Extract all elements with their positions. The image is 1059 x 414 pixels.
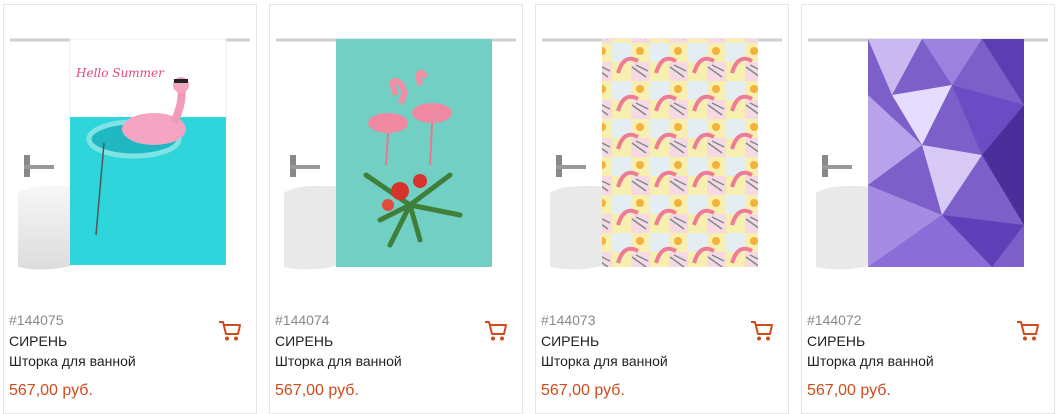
product-brand[interactable]: СИРЕНЬ (275, 333, 333, 349)
add-to-cart-button[interactable] (218, 320, 242, 342)
product-image[interactable] (536, 5, 788, 305)
shopping-cart-icon (1017, 321, 1039, 341)
add-to-cart-button[interactable] (484, 320, 508, 342)
curtain (868, 39, 1024, 267)
shopping-cart-icon (219, 321, 241, 341)
product-title[interactable]: Шторка для ванной (9, 353, 136, 369)
product-title[interactable]: Шторка для ванной (541, 353, 668, 369)
product-image[interactable] (802, 5, 1054, 305)
curtain: Hello Summer (69, 38, 227, 265)
curtain (602, 39, 758, 267)
product-title[interactable]: Шторка для ванной (275, 353, 402, 369)
add-to-cart-button[interactable] (750, 320, 774, 342)
product-card[interactable]: Hello Summer #144075 СИРЕНЬ Шторка для в… (3, 4, 257, 414)
product-brand[interactable]: СИРЕНЬ (9, 333, 67, 349)
product-brand[interactable]: СИРЕНЬ (807, 333, 865, 349)
product-image[interactable]: Hello Summer (4, 5, 256, 305)
product-sku: #144075 (9, 312, 64, 328)
product-price: 567,00 руб. (9, 382, 93, 399)
product-brand[interactable]: СИРЕНЬ (541, 333, 599, 349)
product-sku: #144073 (541, 312, 596, 328)
shopping-cart-icon (485, 321, 507, 341)
curtain (336, 39, 492, 267)
product-card[interactable]: #144073 СИРЕНЬ Шторка для ванной 567,00 … (535, 4, 789, 414)
product-card[interactable]: #144074 СИРЕНЬ Шторка для ванной 567,00 … (269, 4, 523, 414)
product-title[interactable]: Шторка для ванной (807, 353, 934, 369)
product-sku: #144072 (807, 312, 862, 328)
product-price: 567,00 руб. (275, 382, 359, 399)
product-sku: #144074 (275, 312, 330, 328)
shopping-cart-icon (751, 321, 773, 341)
product-price: 567,00 руб. (541, 382, 625, 399)
product-image[interactable] (270, 5, 522, 305)
add-to-cart-button[interactable] (1016, 320, 1040, 342)
product-price: 567,00 руб. (807, 382, 891, 399)
curtain-print-text: Hello Summer (75, 66, 165, 80)
product-grid: Hello Summer #144075 СИРЕНЬ Шторка для в… (0, 0, 1059, 414)
product-card[interactable]: #144072 СИРЕНЬ Шторка для ванной 567,00 … (801, 4, 1055, 414)
